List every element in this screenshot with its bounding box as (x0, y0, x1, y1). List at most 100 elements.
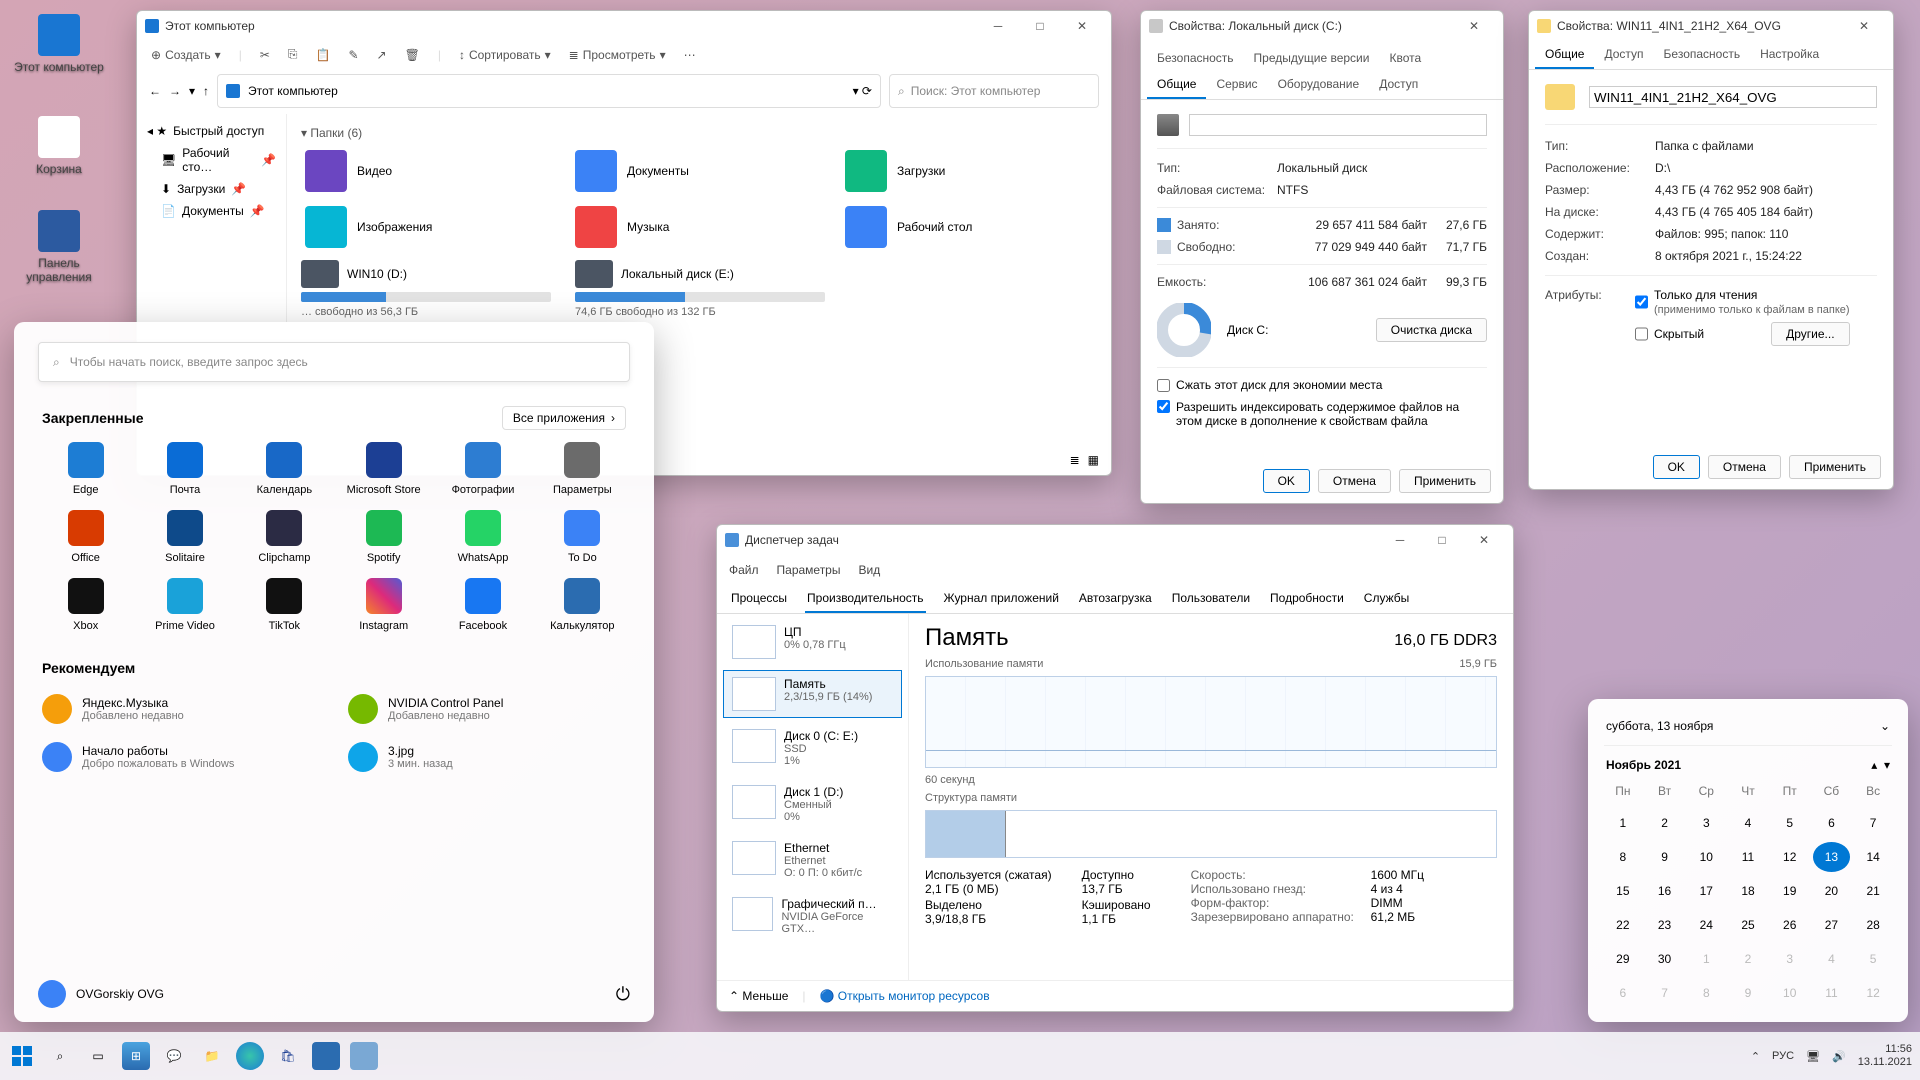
calendar-day[interactable]: 8 (1687, 978, 1725, 1008)
collapse-button[interactable]: ⌃ Меньше (729, 989, 788, 1003)
share-icon[interactable]: ↗ (377, 48, 387, 62)
rename-icon[interactable]: ✎ (348, 48, 358, 62)
folder-item[interactable]: Рабочий стол (841, 202, 1097, 252)
edge-icon[interactable] (236, 1042, 264, 1070)
calendar-day[interactable]: 7 (1854, 808, 1892, 838)
pinned-app[interactable]: TikTok (237, 578, 332, 632)
pinned-app[interactable]: Prime Video (137, 578, 232, 632)
pinned-app[interactable]: Почта (137, 442, 232, 496)
desktop-icon-this-pc[interactable]: Этот компьютер (14, 14, 104, 74)
nav-documents[interactable]: 📄 Документы 📌 (141, 200, 282, 222)
start-button[interactable] (8, 1042, 36, 1070)
readonly-checkbox[interactable]: Только для чтения(применимо только к фай… (1635, 288, 1850, 316)
folder-item[interactable]: Изображения (301, 202, 557, 252)
ok-button[interactable]: OK (1653, 455, 1700, 479)
minimize-button[interactable]: ─ (1379, 525, 1421, 555)
folder-item[interactable]: Загрузки (841, 146, 1097, 196)
widgets-icon[interactable]: ⊞ (122, 1042, 150, 1070)
tab-security[interactable]: Безопасность (1654, 41, 1751, 69)
pinned-app[interactable]: Xbox (38, 578, 133, 632)
calendar-day[interactable]: 3 (1771, 944, 1809, 974)
titlebar[interactable]: Свойства: Локальный диск (C:) ✕ (1141, 11, 1503, 41)
nav-downloads[interactable]: ⬇ Загрузки 📌 (141, 178, 282, 200)
calendar-day[interactable]: 10 (1771, 978, 1809, 1008)
calendar-day[interactable]: 28 (1854, 910, 1892, 940)
cut-icon[interactable]: ✂ (260, 48, 270, 62)
copy-icon[interactable]: ⎘ (288, 47, 298, 62)
prev-month[interactable]: ▴ (1871, 758, 1877, 772)
calendar-day[interactable]: 11 (1729, 842, 1767, 872)
taskview-icon[interactable]: ▭ (84, 1042, 112, 1070)
titlebar[interactable]: Диспетчер задач ─ □ ✕ (717, 525, 1513, 555)
tm-tab[interactable]: Процессы (729, 585, 789, 613)
tab-sharing[interactable]: Доступ (1594, 41, 1653, 69)
other-button[interactable]: Другие... (1771, 322, 1849, 346)
calendar-day[interactable]: 2 (1729, 944, 1767, 974)
calendar-day[interactable]: 12 (1771, 842, 1809, 872)
next-month[interactable]: ▾ (1884, 758, 1890, 772)
perf-item[interactable]: Диск 0 (C: E:)SSD 1% (723, 722, 902, 774)
calendar-day[interactable]: 5 (1771, 808, 1809, 838)
recommended-item[interactable]: Яндекс.МузыкаДобавлено недавно (38, 688, 324, 730)
pinned-app[interactable]: Spotify (336, 510, 431, 564)
menu-file[interactable]: Файл (729, 563, 759, 577)
pinned-app[interactable]: Калькулятор (535, 578, 630, 632)
calendar-day[interactable]: 9 (1729, 978, 1767, 1008)
titlebar[interactable]: Этот компьютер ─ □ ✕ (137, 11, 1111, 41)
calendar-day[interactable]: 30 (1646, 944, 1684, 974)
delete-icon[interactable]: 🗑 (405, 48, 420, 62)
ok-button[interactable]: OK (1263, 469, 1310, 493)
tm-tab[interactable]: Пользователи (1170, 585, 1252, 613)
titlebar[interactable]: Свойства: WIN11_4IN1_21H2_X64_OVG ✕ (1529, 11, 1893, 41)
calendar-day[interactable]: 14 (1854, 842, 1892, 872)
name-field[interactable] (1589, 86, 1877, 108)
search-icon[interactable]: ⌕ (46, 1042, 74, 1070)
calendar-day[interactable]: 29 (1604, 944, 1642, 974)
group-folders[interactable]: ▾ Папки (6) (301, 126, 1097, 140)
view-button[interactable]: ≣ Просмотреть ▾ (569, 48, 666, 62)
collapse-icon[interactable]: ⌄ (1880, 719, 1890, 733)
tm-tab[interactable]: Производительность (805, 585, 925, 613)
calendar-day[interactable]: 1 (1687, 944, 1725, 974)
calendar-day[interactable]: 3 (1687, 808, 1725, 838)
start-search[interactable]: ⌕ Чтобы начать поиск, введите запрос зде… (38, 342, 630, 382)
calendar-day[interactable]: 6 (1813, 808, 1851, 838)
perf-item[interactable]: EthernetEthernet О: 0 П: 0 кбит/с (723, 834, 902, 886)
calendar-day[interactable]: 5 (1854, 944, 1892, 974)
tab-tools[interactable]: Сервис (1206, 71, 1267, 99)
calendar-day[interactable]: 4 (1813, 944, 1851, 974)
pinned-app[interactable]: To Do (535, 510, 630, 564)
search-input[interactable]: ⌕ Поиск: Этот компьютер (889, 74, 1099, 108)
apply-button[interactable]: Применить (1789, 455, 1881, 479)
calendar-day[interactable]: 17 (1687, 876, 1725, 906)
tab-general[interactable]: Общие (1147, 71, 1206, 99)
pinned-app[interactable]: Microsoft Store (336, 442, 431, 496)
calendar-day[interactable]: 13 (1813, 842, 1851, 872)
pinned-app[interactable]: Office (38, 510, 133, 564)
tab-hardware[interactable]: Оборудование (1268, 71, 1370, 99)
name-field[interactable] (1189, 114, 1487, 136)
address-bar[interactable]: Этот компьютер ▾ ⟳ (217, 74, 881, 108)
menu-options[interactable]: Параметры (777, 563, 841, 577)
folder-item[interactable]: Документы (571, 146, 827, 196)
clean-button[interactable]: Очистка диска (1376, 318, 1487, 342)
tab-general[interactable]: Общие (1535, 41, 1594, 69)
calendar-day[interactable]: 4 (1729, 808, 1767, 838)
calendar-day[interactable]: 27 (1813, 910, 1851, 940)
calendar-day[interactable]: 25 (1729, 910, 1767, 940)
calendar-day[interactable]: 23 (1646, 910, 1684, 940)
calendar-day[interactable]: 8 (1604, 842, 1642, 872)
chat-icon[interactable]: 💬 (160, 1042, 188, 1070)
calendar-day[interactable]: 11 (1813, 978, 1851, 1008)
tm-tab[interactable]: Подробности (1268, 585, 1346, 613)
nav-up[interactable]: ↑ (203, 84, 209, 98)
tab-customize[interactable]: Настройка (1750, 41, 1829, 69)
cancel-button[interactable]: Отмена (1708, 455, 1781, 479)
minimize-button[interactable]: ─ (977, 11, 1019, 41)
tray-clock[interactable]: 11:56 13.11.2021 (1858, 1043, 1912, 1069)
nav-back[interactable]: ← (149, 84, 161, 98)
folder-item[interactable]: Музыка (571, 202, 827, 252)
maximize-button[interactable]: □ (1421, 525, 1463, 555)
close-button[interactable]: ✕ (1843, 11, 1885, 41)
calendar-day[interactable]: 21 (1854, 876, 1892, 906)
